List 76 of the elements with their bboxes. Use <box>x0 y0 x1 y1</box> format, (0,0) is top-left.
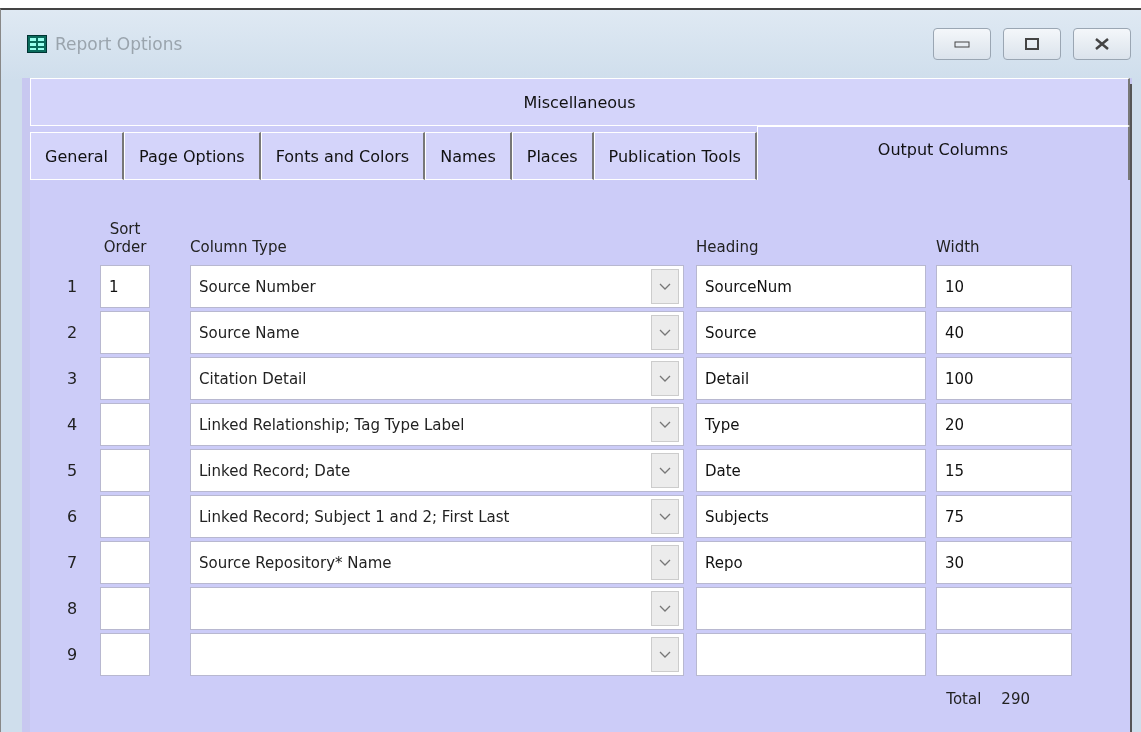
column-type-dropdown[interactable]: Source Number <box>190 265 684 308</box>
heading-field[interactable]: Source <box>696 311 926 354</box>
heading-field[interactable]: Detail <box>696 357 926 400</box>
width-field[interactable]: 30 <box>936 541 1072 584</box>
heading-field[interactable]: Date <box>696 449 926 492</box>
maximize-button[interactable] <box>1003 28 1061 60</box>
chevron-down-icon <box>651 545 679 580</box>
column-header: Sort Order <box>102 220 148 258</box>
chevron-down-icon <box>651 591 679 626</box>
total-value: 290 <box>1001 690 1030 708</box>
column-header: Heading <box>696 238 760 258</box>
close-button[interactable] <box>1073 28 1131 60</box>
tab[interactable]: Miscellaneous <box>30 78 1130 126</box>
width-field[interactable]: 15 <box>936 449 1072 492</box>
chevron-down-icon <box>651 407 679 442</box>
window-title: Report Options <box>55 34 184 54</box>
tab[interactable]: Publication Tools <box>593 132 757 180</box>
row-number: 2 <box>65 323 79 342</box>
column-type-dropdown[interactable] <box>190 633 684 676</box>
tab[interactable]: Page Options <box>124 132 261 180</box>
tab[interactable]: Fonts and Colors <box>260 132 426 180</box>
column-type-dropdown[interactable]: Linked Relationship; Tag Type Label <box>190 403 684 446</box>
width-field[interactable]: 100 <box>936 357 1072 400</box>
width-field[interactable]: 40 <box>936 311 1072 354</box>
row-number: 4 <box>65 415 79 434</box>
sort-order-field[interactable] <box>100 449 150 492</box>
chevron-down-icon <box>651 453 679 488</box>
sort-order-field[interactable] <box>100 357 150 400</box>
column-type-dropdown[interactable]: Linked Record; Date <box>190 449 684 492</box>
column-type-dropdown[interactable]: Source Repository* Name <box>190 541 684 584</box>
width-field[interactable]: 10 <box>936 265 1072 308</box>
column-header: Column Type <box>190 238 288 258</box>
chevron-down-icon <box>651 361 679 396</box>
sort-order-field[interactable] <box>100 311 150 354</box>
minimize-button[interactable] <box>933 28 991 60</box>
row-number: 9 <box>65 645 79 664</box>
heading-field[interactable]: Subjects <box>696 495 926 538</box>
row-number: 7 <box>65 553 79 572</box>
column-type-dropdown[interactable]: Linked Record; Subject 1 and 2; First Last <box>190 495 684 538</box>
sort-order-field[interactable] <box>100 495 150 538</box>
sort-order-field[interactable]: 1 <box>100 265 150 308</box>
row-number: 3 <box>65 369 79 388</box>
chevron-down-icon <box>651 499 679 534</box>
width-field[interactable]: 75 <box>936 495 1072 538</box>
table-icon <box>27 35 47 53</box>
chevron-down-icon <box>651 637 679 672</box>
heading-field[interactable]: Repo <box>696 541 926 584</box>
heading-field[interactable] <box>696 633 926 676</box>
heading-field[interactable]: Type <box>696 403 926 446</box>
column-header: Width <box>936 238 981 258</box>
heading-field[interactable]: SourceNum <box>696 265 926 308</box>
tab[interactable]: Output Columns <box>756 126 1130 180</box>
maximize-icon <box>1024 38 1040 50</box>
sort-order-field[interactable] <box>100 403 150 446</box>
row-number: 8 <box>65 599 79 618</box>
width-field[interactable]: 20 <box>936 403 1072 446</box>
tab[interactable]: Names <box>425 132 512 180</box>
column-type-dropdown[interactable]: Citation Detail <box>190 357 684 400</box>
close-icon <box>1093 37 1111 51</box>
chevron-down-icon <box>651 269 679 304</box>
tab[interactable]: General <box>30 132 125 180</box>
width-field[interactable] <box>936 633 1072 676</box>
row-number: 6 <box>65 507 79 526</box>
tab[interactable]: Places <box>511 132 594 180</box>
column-type-dropdown[interactable]: Source Name <box>190 311 684 354</box>
sort-order-field[interactable] <box>100 633 150 676</box>
minimize-icon <box>954 40 970 48</box>
heading-field[interactable] <box>696 587 926 630</box>
total-label: Total <box>946 690 982 708</box>
column-type-dropdown[interactable] <box>190 587 684 630</box>
sort-order-field[interactable] <box>100 587 150 630</box>
row-number: 5 <box>65 461 79 480</box>
width-field[interactable] <box>936 587 1072 630</box>
chevron-down-icon <box>651 315 679 350</box>
sort-order-field[interactable] <box>100 541 150 584</box>
row-number: 1 <box>65 277 79 296</box>
